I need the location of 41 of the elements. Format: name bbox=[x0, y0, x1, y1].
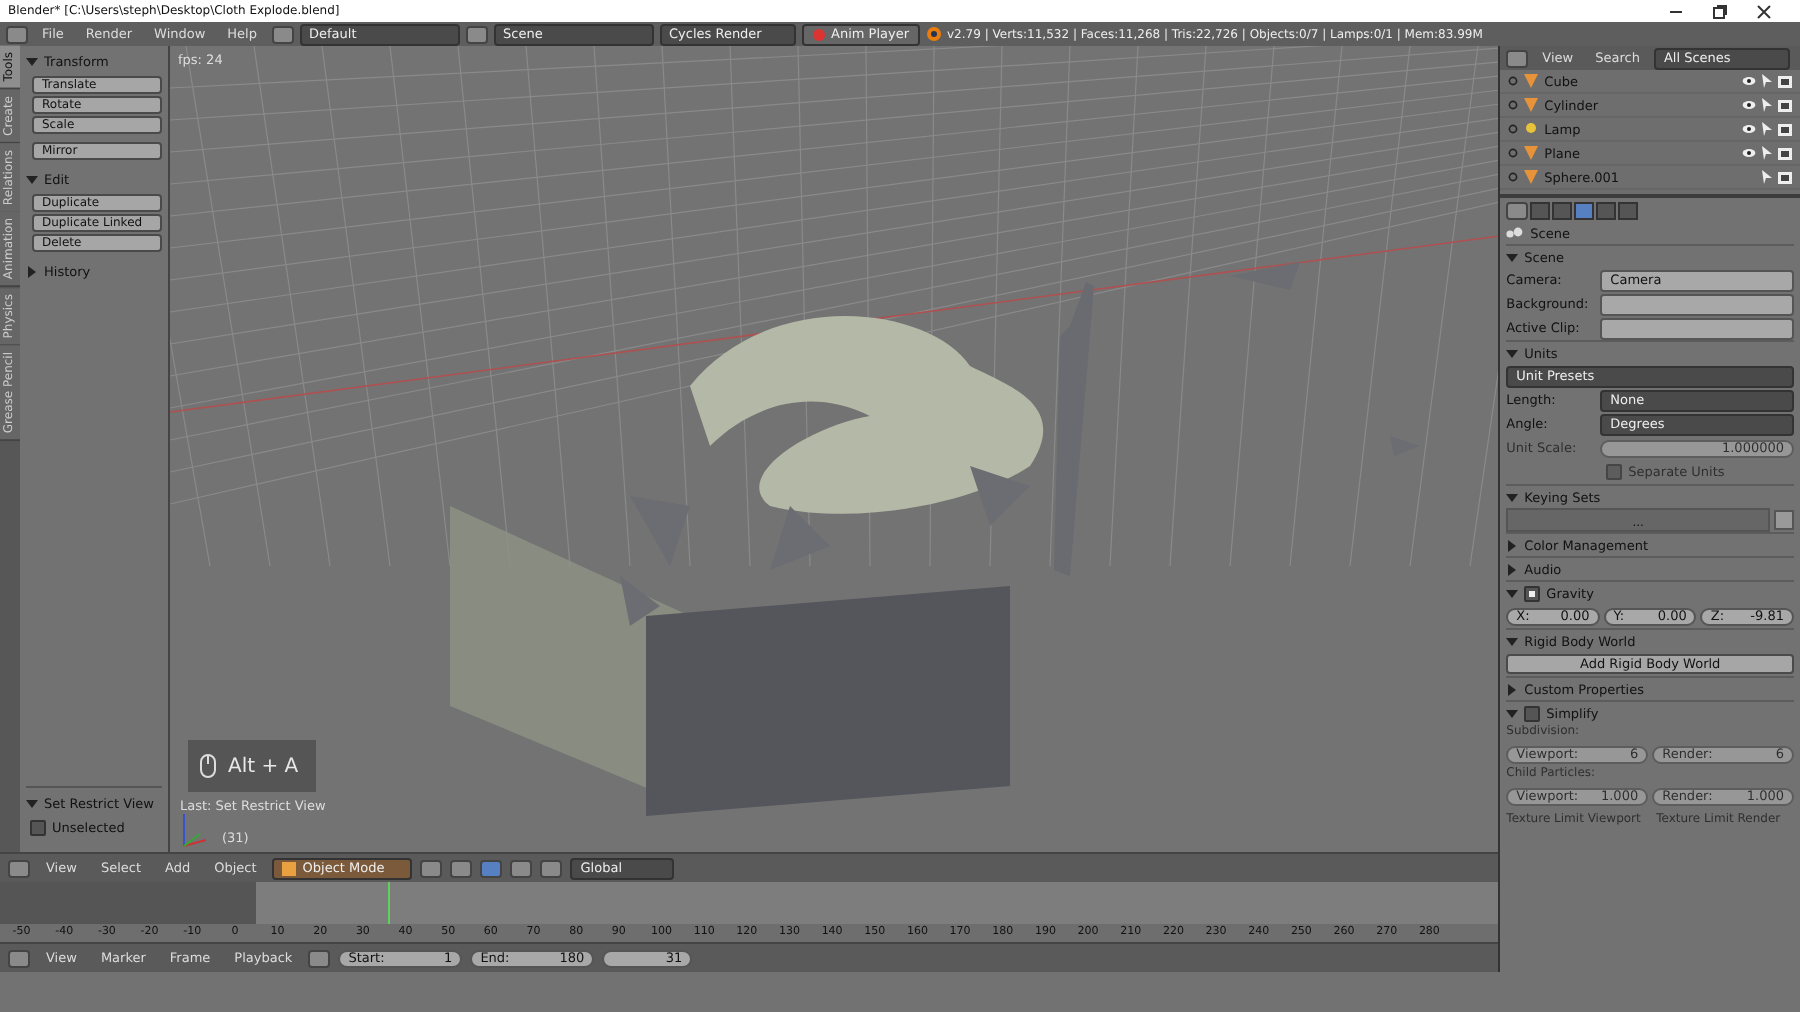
mouse-icon bbox=[200, 754, 216, 778]
disclosure-triangle-icon[interactable] bbox=[1506, 587, 1519, 599]
checkbox[interactable] bbox=[1524, 585, 1541, 601]
disclosure-triangle-icon[interactable] bbox=[26, 55, 38, 67]
close-icon[interactable] bbox=[1756, 3, 1772, 19]
checkbox[interactable] bbox=[1524, 705, 1541, 721]
properties-tab[interactable] bbox=[1552, 201, 1573, 219]
eye-icon[interactable] bbox=[1742, 124, 1756, 134]
properties-tab[interactable] bbox=[1574, 201, 1595, 219]
expand-icon[interactable] bbox=[1508, 76, 1519, 86]
blender-logo-icon bbox=[925, 26, 941, 42]
disclosure-triangle-icon[interactable] bbox=[26, 265, 38, 277]
disclosure-triangle-icon[interactable] bbox=[1506, 491, 1519, 503]
checkbox[interactable] bbox=[30, 820, 46, 836]
eye-icon[interactable] bbox=[1742, 148, 1756, 158]
input-field[interactable] bbox=[1600, 317, 1794, 339]
expand-icon[interactable] bbox=[1508, 124, 1519, 134]
cube-icon bbox=[282, 861, 297, 875]
shortcut-text: Alt + A bbox=[228, 755, 299, 777]
disclosure-triangle-icon[interactable] bbox=[26, 173, 38, 185]
disclosure-triangle-icon[interactable] bbox=[1506, 635, 1519, 647]
record-icon bbox=[811, 27, 825, 41]
lamp-icon bbox=[1524, 122, 1539, 136]
disclosure-triangle-icon[interactable] bbox=[1506, 563, 1519, 575]
properties-tab[interactable] bbox=[1596, 201, 1617, 219]
disclosure-triangle-icon[interactable] bbox=[1506, 347, 1519, 359]
disclosure-triangle-icon[interactable] bbox=[26, 797, 38, 809]
expand-icon[interactable] bbox=[1508, 172, 1519, 182]
properties-tab[interactable] bbox=[1618, 201, 1639, 219]
expand-icon[interactable] bbox=[1508, 148, 1519, 158]
disclosure-triangle-icon[interactable] bbox=[1506, 539, 1519, 551]
properties-tab[interactable] bbox=[1530, 201, 1551, 219]
disclosure-triangle-icon[interactable] bbox=[1506, 707, 1519, 719]
restore-icon[interactable] bbox=[1712, 3, 1728, 19]
eye-icon[interactable] bbox=[1742, 100, 1756, 110]
expand-icon[interactable] bbox=[1508, 100, 1519, 110]
axis-gizmo-icon bbox=[180, 810, 208, 850]
eye-icon[interactable] bbox=[1742, 76, 1756, 86]
input-field[interactable] bbox=[1600, 293, 1794, 315]
disclosure-triangle-icon[interactable] bbox=[1506, 683, 1519, 695]
disclosure-triangle-icon[interactable] bbox=[1506, 251, 1519, 263]
